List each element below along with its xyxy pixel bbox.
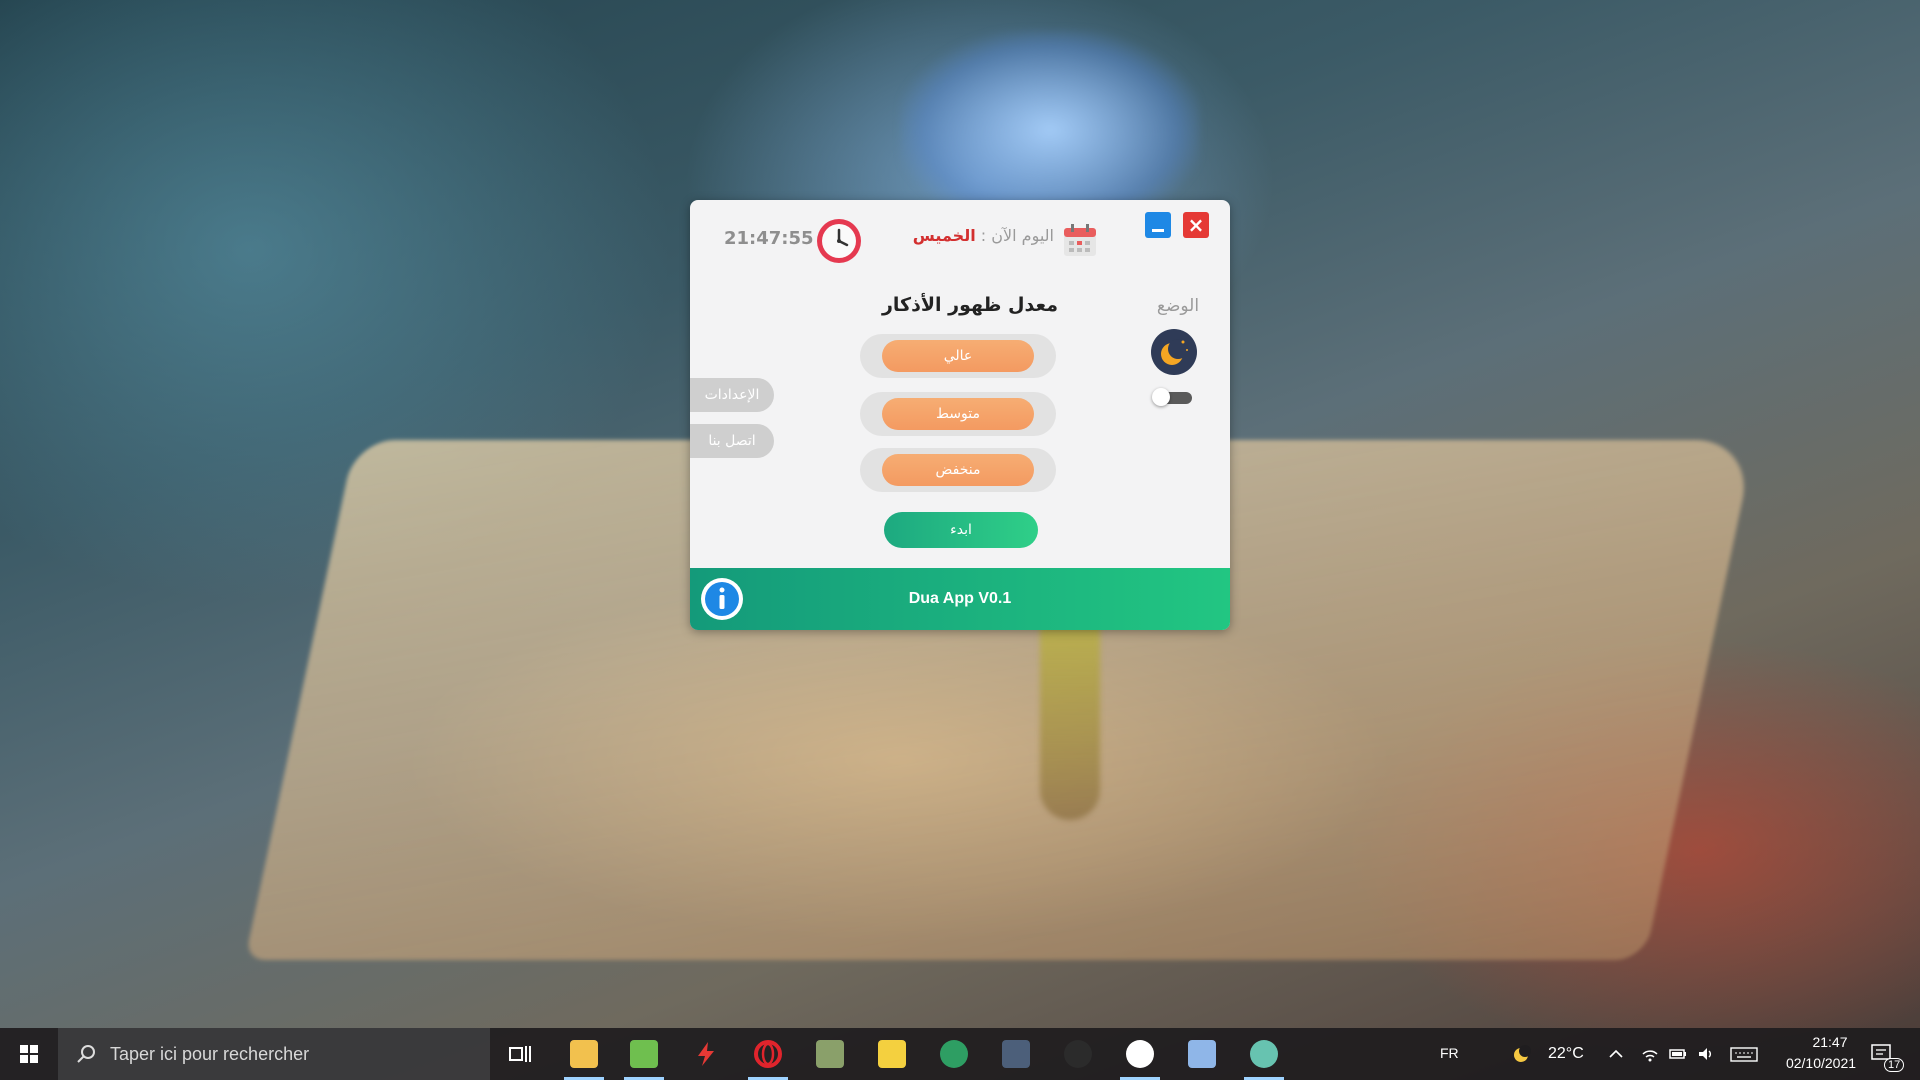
moon-icon[interactable] xyxy=(1150,328,1198,376)
date-value: الخميس xyxy=(912,226,976,245)
system-app-icon[interactable] xyxy=(816,1040,844,1068)
clock-icon xyxy=(817,219,861,263)
option-high: عالي xyxy=(860,334,1056,378)
image-app-icon[interactable] xyxy=(630,1040,658,1068)
volume-icon[interactable] xyxy=(1696,1044,1716,1064)
app-footer: Dua App V0.1 xyxy=(690,568,1230,630)
windows-icon xyxy=(20,1045,38,1063)
calculator-icon[interactable] xyxy=(1002,1040,1030,1068)
option-medium: متوسط xyxy=(860,392,1056,436)
game-app-icon[interactable] xyxy=(1064,1040,1092,1068)
file-explorer-icon[interactable] xyxy=(570,1040,598,1068)
minimize-button[interactable] xyxy=(1145,212,1171,238)
info-icon[interactable] xyxy=(700,577,744,621)
option-low-button[interactable]: منخفض xyxy=(882,454,1034,486)
search-placeholder: Taper ici pour rechercher xyxy=(110,1044,310,1064)
close-button[interactable]: × xyxy=(1183,212,1209,238)
start-button[interactable]: ابدء xyxy=(884,512,1038,548)
chameleon-app-icon[interactable] xyxy=(940,1040,968,1068)
network-icon[interactable] xyxy=(1640,1044,1660,1064)
frequency-title: معدل ظهور الأذكار xyxy=(881,294,1058,316)
search-icon xyxy=(77,1045,95,1063)
date-label: اليوم الآن : xyxy=(980,226,1054,245)
chevron-up-icon[interactable] xyxy=(1606,1044,1626,1064)
option-medium-button[interactable]: متوسط xyxy=(882,398,1034,430)
temperature[interactable]: 22°C xyxy=(1548,1045,1584,1063)
option-high-button[interactable]: عالي xyxy=(882,340,1034,372)
dua-app-taskbar-icon[interactable] xyxy=(1126,1040,1154,1068)
taskbar: Taper ici pour rechercher FR 22°C 21:47 … xyxy=(0,1028,1920,1080)
keyboard-icon[interactable] xyxy=(1730,1044,1758,1064)
app-version: Dua App V0.1 xyxy=(908,590,1012,607)
current-day: اليوم الآن : الخميس xyxy=(890,226,1054,245)
mode-label: الوضع xyxy=(1156,296,1200,316)
lightning-app-icon[interactable] xyxy=(692,1040,720,1068)
settings-button[interactable]: الإعدادات xyxy=(690,378,774,412)
sticky-notes-icon[interactable] xyxy=(878,1040,906,1068)
language-indicator[interactable]: FR xyxy=(1440,1045,1459,1061)
cube-app-icon[interactable] xyxy=(1188,1040,1216,1068)
task-view-icon[interactable] xyxy=(506,1040,534,1068)
contact-button[interactable]: اتصل بنا xyxy=(690,424,774,458)
calendar-icon xyxy=(1064,224,1096,256)
taskbar-search[interactable]: Taper ici pour rechercher xyxy=(58,1028,490,1080)
settings-gear-app-icon[interactable] xyxy=(1250,1040,1278,1068)
opera-icon[interactable] xyxy=(754,1040,782,1068)
option-low: منخفض xyxy=(860,448,1056,492)
dark-mode-toggle[interactable] xyxy=(1152,388,1196,406)
dua-app-window: × اليوم الآن : الخميس 21:47:55 الوضع معد… xyxy=(690,200,1230,630)
taskbar-clock-date[interactable]: 02/10/2021 xyxy=(1766,1055,1876,1071)
current-time: 21:47:55 xyxy=(724,228,814,249)
taskbar-clock-time[interactable]: 21:47 xyxy=(1790,1034,1870,1050)
start-button-windows[interactable] xyxy=(0,1028,58,1080)
toggle-knob xyxy=(1152,388,1170,406)
battery-icon[interactable] xyxy=(1668,1044,1688,1064)
weather-moon-icon[interactable] xyxy=(1512,1044,1532,1064)
notification-count-badge: 17 xyxy=(1884,1058,1905,1072)
